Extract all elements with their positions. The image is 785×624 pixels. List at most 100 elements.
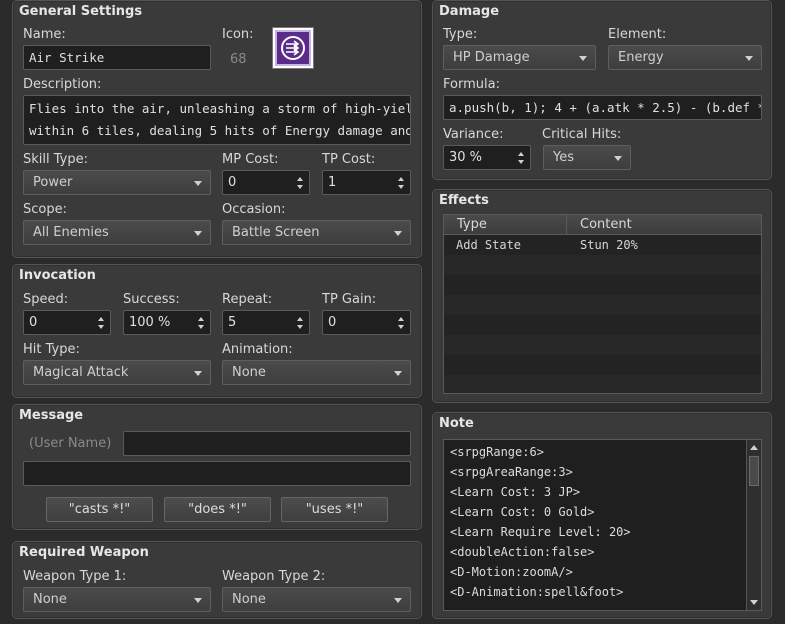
note-scrollbar[interactable] — [746, 440, 761, 610]
hit-type-value: Magical Attack — [33, 365, 129, 380]
animation-select[interactable]: None — [222, 360, 411, 385]
spin-up-icon[interactable] — [398, 177, 404, 181]
damage-type-select[interactable]: HP Damage — [443, 45, 596, 70]
effect-type-cell: Add State — [456, 238, 522, 252]
weapon-type-1-select[interactable]: None — [23, 587, 211, 612]
variance-label: Variance: — [443, 127, 504, 142]
mp-cost-spinner[interactable]: 0 — [222, 170, 310, 195]
chevron-down-icon — [579, 56, 587, 61]
tp-cost-spinner[interactable]: 1 — [322, 170, 411, 195]
weapon-type-2-select[interactable]: None — [222, 587, 411, 612]
repeat-label: Repeat: — [222, 292, 273, 307]
spin-up-icon[interactable] — [98, 317, 104, 321]
hit-type-select[interactable]: Magical Attack — [23, 360, 211, 385]
scroll-down-icon[interactable] — [750, 600, 758, 605]
message-line-2-field[interactable] — [23, 461, 411, 486]
weapon-type-1-value: None — [33, 592, 67, 607]
element-select[interactable]: Energy — [608, 45, 762, 70]
note-title: Note — [439, 416, 474, 431]
general-settings-title: General Settings — [19, 4, 143, 19]
chevron-down-icon — [194, 231, 202, 236]
tp-gain-spinner[interactable]: 0 — [322, 310, 411, 335]
uses-button[interactable]: "uses *!" — [281, 497, 388, 522]
spin-down-icon[interactable] — [297, 325, 303, 329]
spin-down-icon[interactable] — [98, 325, 104, 329]
weapon-type-2-label: Weapon Type 2: — [222, 569, 326, 584]
animation-label: Animation: — [222, 342, 293, 357]
does-button[interactable]: "does *!" — [164, 497, 271, 522]
table-row[interactable]: Add State Stun 20% — [444, 235, 761, 255]
required-weapon-panel: Required Weapon Weapon Type 1: None Weap… — [12, 541, 422, 619]
column-header-type[interactable]: Type — [457, 217, 487, 232]
empty-row[interactable] — [444, 295, 761, 315]
message-line-1-field[interactable] — [123, 431, 411, 456]
success-spinner[interactable]: 100 % — [123, 310, 211, 335]
effects-panel: Effects Type Content Add State Stun 20% — [432, 189, 772, 403]
spin-down-icon[interactable] — [518, 160, 524, 164]
empty-row[interactable] — [444, 375, 761, 393]
chevron-down-icon — [194, 181, 202, 186]
effects-table[interactable]: Type Content Add State Stun 20% — [443, 214, 762, 394]
user-name-label: (User Name) — [29, 436, 112, 451]
chevron-down-icon — [394, 371, 402, 376]
speed-spinner[interactable]: 0 — [23, 310, 111, 335]
note-line: <D-Animation:spell&foot> — [450, 585, 624, 599]
casts-button[interactable]: "casts *!" — [46, 497, 153, 522]
variance-spinner[interactable]: 30 % — [443, 145, 531, 170]
damage-panel: Damage Type: HP Damage Element: Energy F… — [432, 0, 772, 180]
speed-label: Speed: — [23, 292, 69, 307]
spin-down-icon[interactable] — [398, 325, 404, 329]
damage-type-label: Type: — [443, 27, 478, 42]
description-label: Description: — [23, 77, 102, 92]
spin-up-icon[interactable] — [398, 317, 404, 321]
note-line: <doubleAction:false> — [450, 545, 595, 559]
empty-row[interactable] — [444, 335, 761, 355]
empty-row[interactable] — [444, 255, 761, 275]
animation-value: None — [232, 365, 266, 380]
occasion-select[interactable]: Battle Screen — [222, 220, 411, 245]
spin-up-icon[interactable] — [297, 177, 303, 181]
element-label: Element: — [608, 27, 667, 42]
note-line: <Learn Cost: 0 Gold> — [450, 505, 595, 519]
skill-icon-picker[interactable] — [272, 27, 314, 69]
success-value: 100 % — [129, 315, 171, 330]
spin-down-icon[interactable] — [398, 185, 404, 189]
chevron-down-icon — [745, 56, 753, 61]
name-label: Name: — [23, 27, 66, 42]
spin-up-icon[interactable] — [518, 152, 524, 156]
repeat-spinner[interactable]: 5 — [222, 310, 310, 335]
critical-hits-label: Critical Hits: — [542, 127, 622, 142]
tp-gain-value: 0 — [328, 315, 337, 330]
hit-type-label: Hit Type: — [23, 342, 80, 357]
note-line: <Learn Cost: 3 JP> — [450, 485, 581, 499]
message-panel: Message (User Name) "casts *!" "does *!"… — [12, 404, 422, 530]
success-label: Success: — [123, 292, 180, 307]
weapon-type-2-value: None — [232, 592, 266, 607]
skill-type-select[interactable]: Power — [23, 170, 211, 195]
spin-up-icon[interactable] — [297, 317, 303, 321]
spin-down-icon[interactable] — [198, 325, 204, 329]
spin-down-icon[interactable] — [297, 185, 303, 189]
chevron-down-icon — [194, 598, 202, 603]
scope-select[interactable]: All Enemies — [23, 220, 211, 245]
scroll-thumb[interactable] — [749, 456, 759, 486]
formula-field[interactable]: a.push(b, 1); 4 + (a.atk * 2.5) - (b.def… — [443, 95, 762, 120]
description-field[interactable]: Flies into the air, unleashing a storm o… — [23, 95, 411, 145]
skill-type-value: Power — [33, 175, 73, 190]
note-textarea[interactable]: <srpgRange:6> <srpgAreaRange:3> <Learn C… — [443, 439, 762, 611]
scope-label: Scope: — [23, 202, 67, 217]
column-header-content[interactable]: Content — [580, 217, 632, 232]
effect-content-cell: Stun 20% — [580, 238, 638, 252]
spin-up-icon[interactable] — [198, 317, 204, 321]
purple-arrows-icon — [275, 30, 311, 66]
message-title: Message — [19, 408, 84, 423]
speed-value: 0 — [29, 315, 38, 330]
critical-hits-select[interactable]: Yes — [543, 145, 631, 170]
note-line: <srpgRange:6> — [450, 445, 544, 459]
scroll-up-icon[interactable] — [750, 445, 758, 450]
scope-value: All Enemies — [33, 225, 109, 240]
mp-cost-value: 0 — [228, 175, 237, 190]
note-panel: Note <srpgRange:6> <srpgAreaRange:3> <Le… — [432, 412, 772, 619]
weapon-type-1-label: Weapon Type 1: — [23, 569, 127, 584]
name-field[interactable]: Air Strike — [23, 45, 211, 70]
